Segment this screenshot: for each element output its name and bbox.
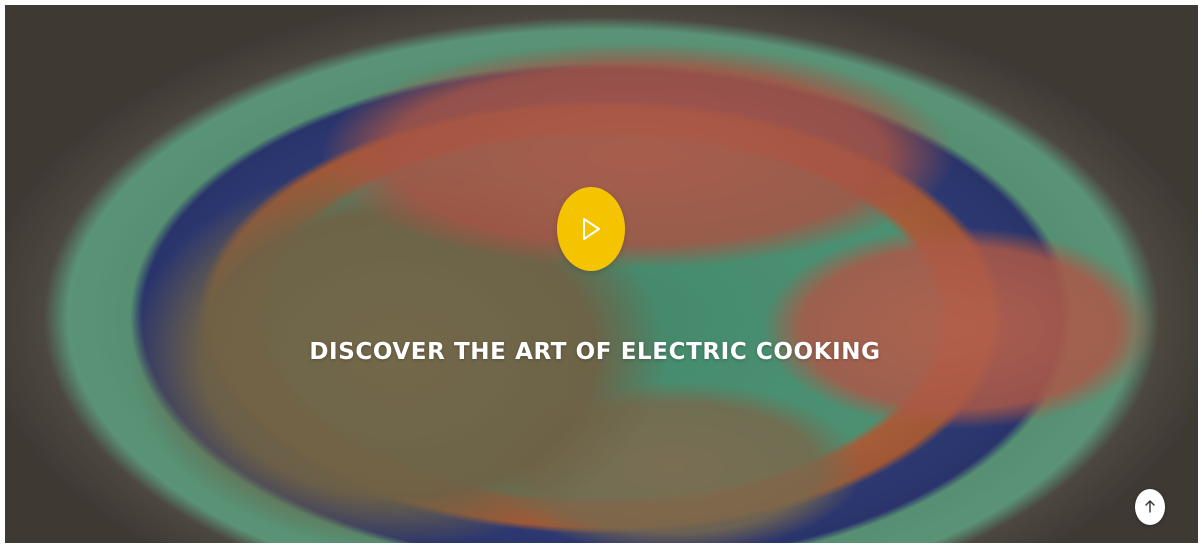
hero-section: DISCOVER THE ART OF ELECTRIC COOKING (5, 5, 1198, 543)
back-to-top-button[interactable] (1135, 489, 1165, 525)
play-video-button[interactable] (557, 187, 625, 271)
hero-title: DISCOVER THE ART OF ELECTRIC COOKING (309, 339, 881, 365)
arrow-up-icon (1144, 498, 1156, 517)
play-icon (580, 216, 602, 242)
hero-background-image (5, 5, 1198, 543)
